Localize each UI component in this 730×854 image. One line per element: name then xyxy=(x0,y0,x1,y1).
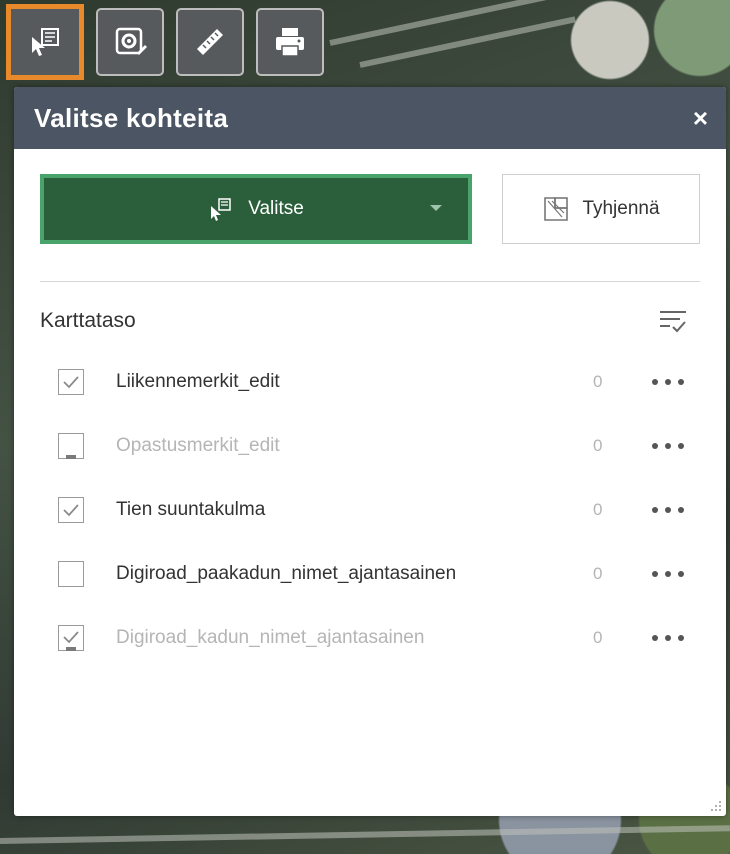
checkmark-icon xyxy=(63,504,79,517)
layer-name: Digiroad_kadun_nimet_ajantasainen xyxy=(116,627,425,648)
more-options-icon[interactable] xyxy=(652,372,684,392)
layer-checkbox[interactable] xyxy=(58,369,84,395)
settings-tool-button[interactable] xyxy=(96,8,164,76)
more-options-icon[interactable] xyxy=(652,628,684,648)
select-tool-button[interactable] xyxy=(6,4,84,80)
layer-row: Liikennemerkit_edit 0 xyxy=(40,350,700,414)
layer-list-header: Karttataso xyxy=(40,301,700,341)
layer-list: Liikennemerkit_edit 0 Opastusmerkit_edit… xyxy=(40,350,700,670)
panel-header: Valitse kohteita × xyxy=(14,87,726,149)
layer-row: Digiroad_paakadun_nimet_ajantasainen 0 xyxy=(40,542,700,606)
layer-checkbox[interactable] xyxy=(58,625,84,651)
layer-name: Liikennemerkit_edit xyxy=(116,371,280,392)
select-features-panel: Valitse kohteita × Valitse Tyhjennä Kart… xyxy=(14,87,726,816)
clear-selection-icon xyxy=(544,197,569,221)
more-options-icon[interactable] xyxy=(652,500,684,520)
close-button[interactable]: × xyxy=(693,105,708,131)
layer-count: 0 xyxy=(593,436,603,455)
layer-name: Tien suuntakulma xyxy=(116,499,266,520)
select-button[interactable]: Valitse xyxy=(40,174,472,244)
layer-name: Digiroad_paakadun_nimet_ajantasainen xyxy=(116,563,457,584)
filter-check-icon[interactable] xyxy=(658,308,688,334)
layer-count: 0 xyxy=(593,628,603,647)
select-cursor-icon xyxy=(32,28,59,56)
layer-count: 0 xyxy=(593,372,603,391)
divider xyxy=(40,281,700,282)
chevron-down-icon[interactable] xyxy=(430,205,442,211)
layer-list-title: Karttataso xyxy=(40,309,136,332)
checkmark-icon xyxy=(63,631,79,644)
measure-tool-button[interactable] xyxy=(176,8,244,76)
more-options-icon[interactable] xyxy=(652,564,684,584)
resize-grip-icon[interactable] xyxy=(708,798,722,812)
layer-checkbox[interactable] xyxy=(58,497,84,523)
select-button-label: Valitse xyxy=(248,198,304,219)
clear-button[interactable]: Tyhjennä xyxy=(502,174,700,244)
map-toolbar xyxy=(6,4,324,80)
layer-count: 0 xyxy=(593,564,603,583)
panel-title: Valitse kohteita xyxy=(34,102,229,133)
layer-count: 0 xyxy=(593,500,603,519)
clear-button-label: Tyhjennä xyxy=(582,198,660,219)
print-tool-button[interactable] xyxy=(256,8,324,76)
layer-checkbox[interactable] xyxy=(58,561,84,587)
layer-row: Opastusmerkit_edit 0 xyxy=(40,414,700,478)
layer-row: Tien suuntakulma 0 xyxy=(40,478,700,542)
layer-checkbox[interactable] xyxy=(58,433,84,459)
select-cursor-icon xyxy=(211,198,231,221)
more-options-icon[interactable] xyxy=(652,436,684,456)
selection-actions: Valitse Tyhjennä xyxy=(40,174,700,244)
printer-icon xyxy=(276,28,304,57)
checkmark-icon xyxy=(63,376,79,389)
layer-name: Opastusmerkit_edit xyxy=(116,435,280,456)
ruler-icon xyxy=(197,29,223,55)
gear-edit-icon xyxy=(115,27,147,55)
layer-row: Digiroad_kadun_nimet_ajantasainen 0 xyxy=(40,606,700,670)
